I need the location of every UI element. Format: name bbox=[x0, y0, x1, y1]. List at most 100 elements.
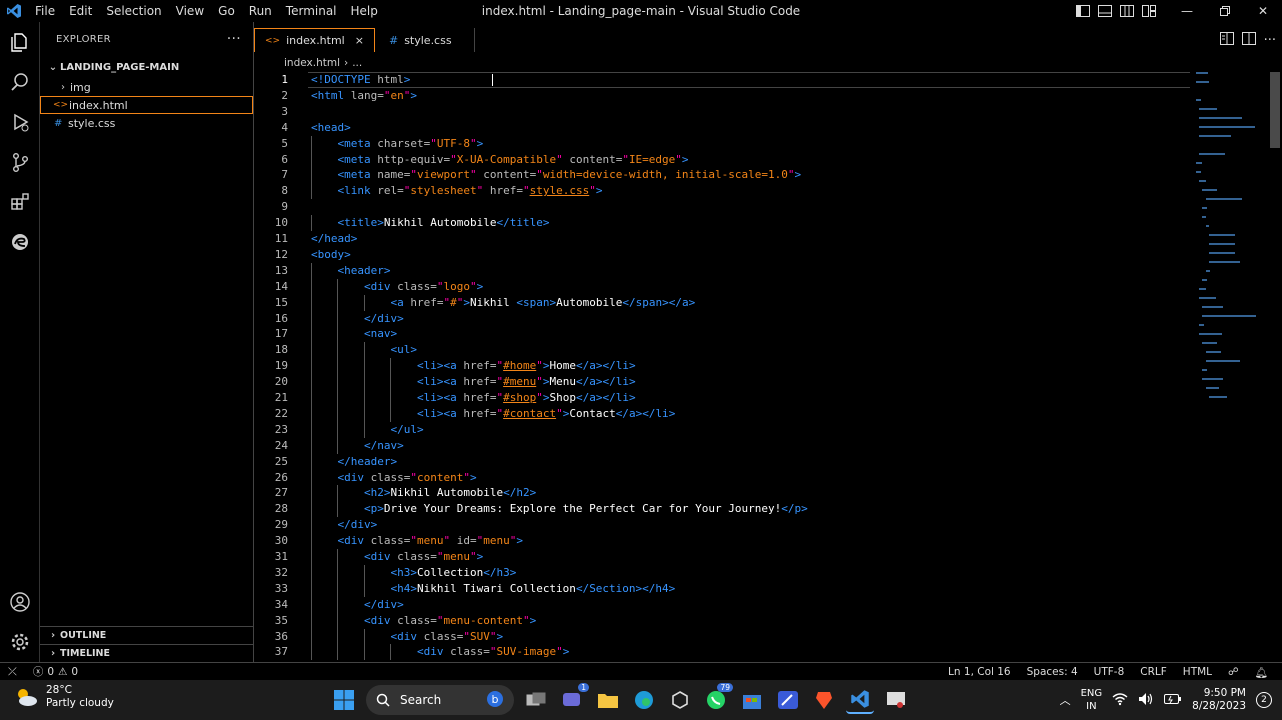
editor-scrollbar[interactable] bbox=[1270, 72, 1280, 148]
code-line[interactable]: 22 <li><a href="#contact">Contact</a></l… bbox=[254, 405, 1194, 422]
cursor-position[interactable]: Ln 1, Col 16 bbox=[940, 666, 1019, 678]
code-line[interactable]: 9 bbox=[254, 199, 1194, 215]
workspace-folder[interactable]: ⌄ LANDING_PAGE-MAIN bbox=[40, 56, 253, 78]
code-line[interactable]: 12 <body> bbox=[254, 247, 1194, 263]
wifi-icon[interactable] bbox=[1112, 692, 1128, 709]
code-line[interactable]: 14 <div class="logo"> bbox=[254, 278, 1194, 295]
weather-widget[interactable]: 28°C Partly cloudy bbox=[14, 684, 114, 710]
search-icon[interactable] bbox=[0, 62, 40, 102]
tree-item-index-html[interactable]: <> index.html bbox=[40, 96, 253, 114]
microsoft-store-icon[interactable] bbox=[738, 686, 766, 714]
edge-devtools-icon[interactable] bbox=[0, 222, 40, 262]
end-of-line[interactable]: CRLF bbox=[1132, 666, 1175, 678]
toggle-secondary-sidebar-icon[interactable] bbox=[1116, 0, 1138, 22]
code-line[interactable]: 20 <li><a href="#menu">Menu</a></li> bbox=[254, 374, 1194, 391]
code-editor[interactable]: 37 <div class="SUV-image"> 36 <div class=… bbox=[254, 72, 1282, 662]
code-line[interactable]: 8 <link rel="stylesheet" href="style.css… bbox=[254, 183, 1194, 200]
volume-icon[interactable] bbox=[1138, 692, 1154, 709]
file-explorer-icon[interactable] bbox=[594, 686, 622, 714]
tree-item-img[interactable]: › img bbox=[40, 78, 253, 96]
minimap[interactable] bbox=[1196, 72, 1272, 422]
code-line[interactable]: 23 </ul> bbox=[254, 421, 1194, 438]
feedback-icon[interactable]: ☍ bbox=[1220, 666, 1247, 678]
source-control-icon[interactable] bbox=[0, 142, 40, 182]
unity-icon[interactable] bbox=[666, 686, 694, 714]
minimize-button[interactable]: — bbox=[1168, 0, 1206, 22]
menu-view[interactable]: View bbox=[169, 0, 211, 22]
customize-layout-icon[interactable] bbox=[1138, 0, 1160, 22]
code-line[interactable]: 30 <div class="menu" id="menu"> bbox=[254, 533, 1194, 550]
code-line[interactable]: 24 </nav> bbox=[254, 437, 1194, 454]
battery-icon[interactable] bbox=[1164, 693, 1182, 708]
code-line[interactable]: 28 <p>Drive Your Dreams: Explore the Per… bbox=[254, 501, 1194, 518]
tree-item-style-css[interactable]: # style.css bbox=[40, 114, 253, 132]
code-line[interactable]: 6 <meta http-equiv="X-UA-Compatible" con… bbox=[254, 151, 1194, 168]
more-actions-icon[interactable]: ··· bbox=[1264, 33, 1276, 48]
split-editor-icon[interactable] bbox=[1241, 32, 1256, 48]
toggle-sidebar-icon[interactable] bbox=[1072, 0, 1094, 22]
code-line[interactable]: 11 </head> bbox=[254, 231, 1194, 247]
menu-edit[interactable]: Edit bbox=[62, 0, 99, 22]
code-line[interactable]: 26 <div class="content"> bbox=[254, 469, 1194, 486]
more-actions-button[interactable]: ··· bbox=[227, 31, 241, 47]
teams-chat-icon[interactable]: 1 bbox=[558, 683, 589, 714]
code-line[interactable]: 37 <div class="SUV-image"> bbox=[254, 644, 1194, 661]
code-line[interactable]: 33 <h4>Nikhil Tiwari Collection</Section… bbox=[254, 580, 1194, 597]
design-app-icon[interactable] bbox=[774, 686, 802, 714]
code-line[interactable]: 2 <html lang="en"> bbox=[254, 88, 1194, 104]
encoding[interactable]: UTF-8 bbox=[1086, 666, 1133, 678]
code-line[interactable]: 5 <meta charset="UTF-8"> bbox=[254, 135, 1194, 152]
code-line[interactable]: 21 <li><a href="#shop">Shop</a></li> bbox=[254, 390, 1194, 406]
code-line[interactable]: 1 <!DOCTYPE html> bbox=[254, 72, 1194, 88]
code-line[interactable]: 17 <nav> bbox=[254, 326, 1194, 343]
tab-index-html[interactable]: <> index.html × bbox=[254, 28, 375, 52]
task-view-icon[interactable] bbox=[522, 686, 550, 714]
whatsapp-icon[interactable]: 79 bbox=[702, 683, 733, 714]
code-line[interactable]: 27 <h2>Nikhil Automobile</h2> bbox=[254, 485, 1194, 502]
breadcrumb-file[interactable]: index.html bbox=[284, 57, 340, 69]
code-line[interactable]: 15 <a href="#">Nikhil <span>Automobile</… bbox=[254, 294, 1194, 311]
code-line[interactable]: 34 </div> bbox=[254, 596, 1194, 613]
menu-terminal[interactable]: Terminal bbox=[279, 0, 344, 22]
code-line[interactable]: 10 <title>Nikhil Automobile</title> bbox=[254, 215, 1194, 232]
run-debug-icon[interactable] bbox=[0, 102, 40, 142]
code-line[interactable]: 31 <div class="menu"> bbox=[254, 549, 1194, 565]
code-line[interactable]: 4 <head> bbox=[254, 120, 1194, 136]
code-line[interactable]: 7 <meta name="viewport" content="width=d… bbox=[254, 167, 1194, 184]
code-line[interactable]: 35 <div class="menu-content"> bbox=[254, 612, 1194, 629]
code-line[interactable]: 3 bbox=[254, 104, 1194, 120]
code-line[interactable]: 16 </div> bbox=[254, 310, 1194, 327]
code-line[interactable]: 32 <h3>Collection</h3> bbox=[254, 564, 1194, 581]
menu-run[interactable]: Run bbox=[242, 0, 279, 22]
code-line[interactable]: 36 <div class="SUV"> bbox=[254, 628, 1194, 645]
open-preview-icon[interactable] bbox=[1219, 32, 1234, 48]
code-line[interactable]: 18 <ul> bbox=[254, 342, 1194, 359]
problems-indicator[interactable]: ⓧ 0 ⚠ 0 bbox=[25, 664, 86, 679]
notification-center-badge[interactable]: 2 bbox=[1256, 692, 1272, 708]
code-line[interactable]: 25 </header> bbox=[254, 453, 1194, 470]
vscode-taskbar-icon[interactable] bbox=[846, 686, 874, 714]
indentation[interactable]: Spaces: 4 bbox=[1019, 666, 1086, 678]
taskbar-search[interactable]: Search b bbox=[366, 685, 514, 715]
remote-indicator[interactable]: ⤫ bbox=[0, 665, 25, 679]
close-icon[interactable]: × bbox=[355, 34, 364, 47]
notifications-bell-icon[interactable]: 🔔︎ bbox=[1247, 666, 1276, 679]
accounts-icon[interactable] bbox=[0, 582, 40, 622]
settings-gear-icon[interactable] bbox=[0, 622, 40, 662]
input-language[interactable]: ENG IN bbox=[1081, 687, 1103, 713]
snipping-tool-icon[interactable] bbox=[882, 686, 910, 714]
timeline-section[interactable]: › TIMELINE bbox=[40, 644, 254, 662]
explorer-icon[interactable] bbox=[0, 22, 40, 62]
maximize-button[interactable] bbox=[1206, 0, 1244, 22]
code-line[interactable]: 13 <header> bbox=[254, 262, 1194, 279]
code-line[interactable]: 19 <li><a href="#home">Home</a></li> bbox=[254, 358, 1194, 375]
language-mode[interactable]: HTML bbox=[1175, 666, 1220, 678]
edge-browser-icon[interactable] bbox=[630, 686, 658, 714]
start-button[interactable] bbox=[330, 686, 358, 714]
menu-file[interactable]: File bbox=[28, 0, 62, 22]
outline-section[interactable]: › OUTLINE bbox=[40, 626, 254, 644]
system-clock[interactable]: 9:50 PM 8/28/2023 bbox=[1192, 687, 1246, 713]
show-hidden-icons-chevron[interactable]: ︿ bbox=[1060, 692, 1071, 708]
extensions-icon[interactable] bbox=[0, 182, 40, 222]
brave-browser-icon[interactable] bbox=[810, 686, 838, 714]
